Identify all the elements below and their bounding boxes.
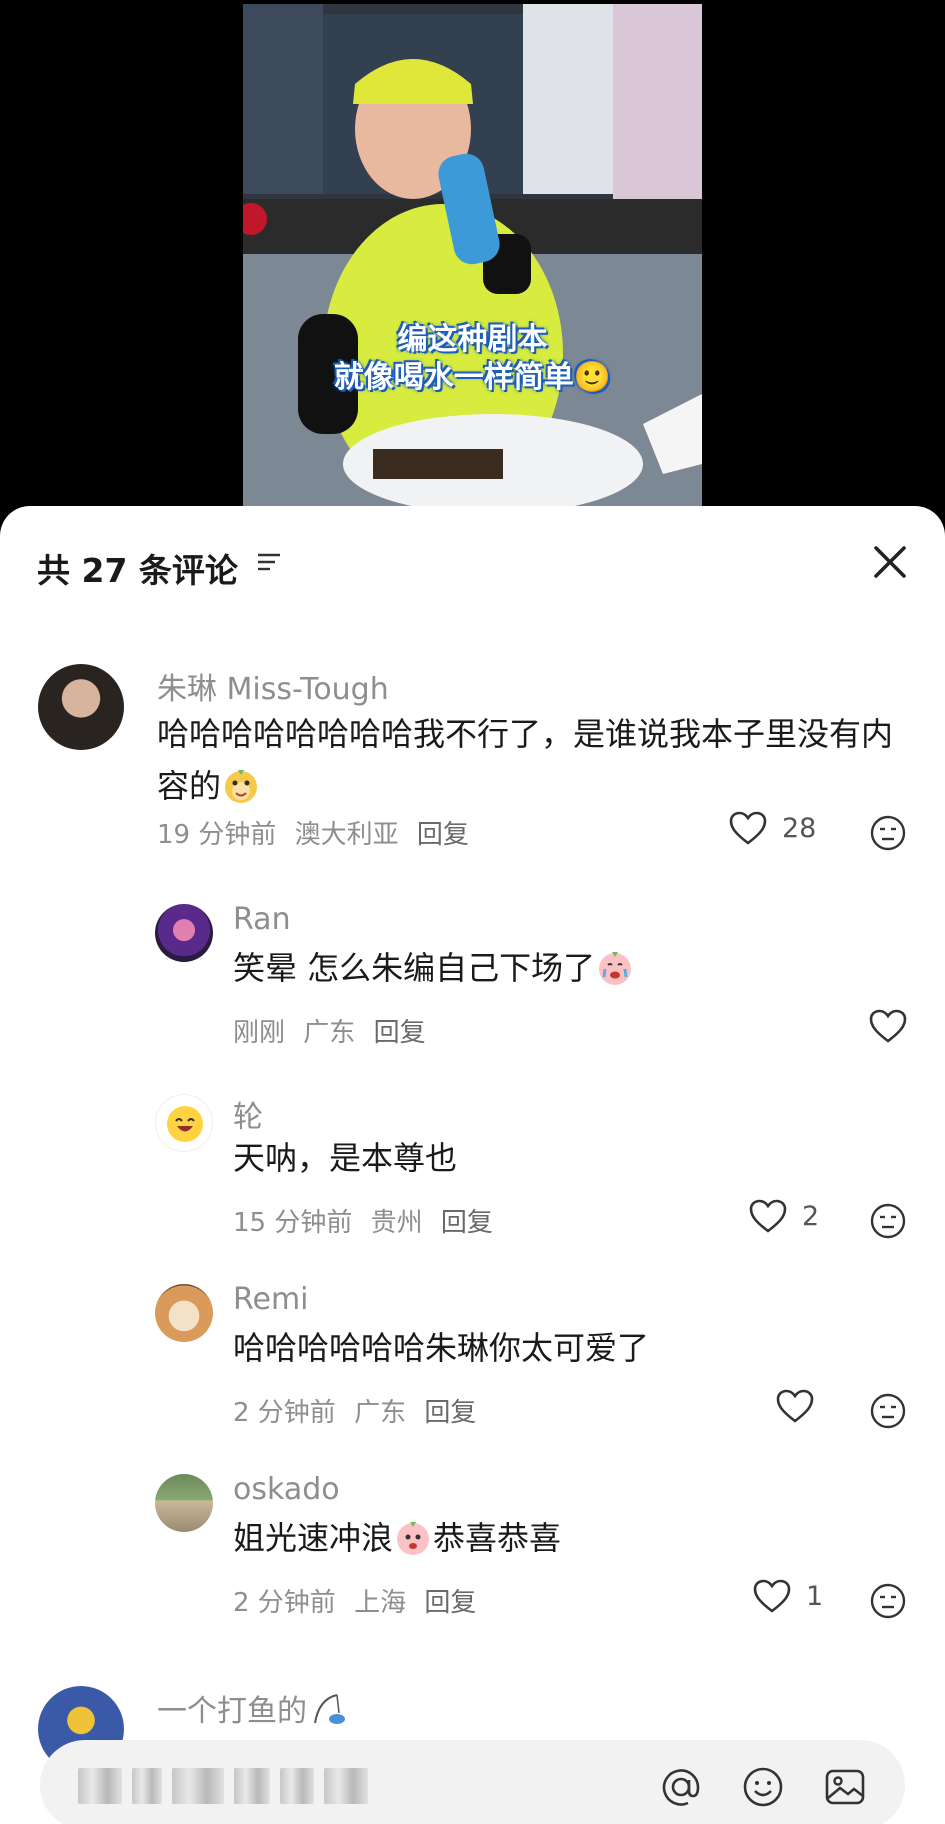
at-icon[interactable]: [658, 1764, 704, 1810]
avatar[interactable]: [155, 1284, 213, 1342]
filter-icon[interactable]: [255, 548, 283, 576]
comment-meta: 19 分钟前 澳大利亚 回复: [157, 814, 479, 851]
comment-text-part2: 恭喜恭喜: [433, 1519, 562, 1557]
video-area[interactable]: 编这种剧本 就像喝水一样简单🙂: [0, 0, 945, 520]
reply-button[interactable]: 回复: [424, 1398, 476, 1428]
emoji-react-icon[interactable]: [869, 814, 907, 852]
emoji-react-icon[interactable]: [869, 1202, 907, 1240]
comment-username[interactable]: oskado: [233, 1472, 340, 1507]
fishing-emoji-icon: [314, 1694, 345, 1724]
reply-item: oskado 姐光速冲浪 恭喜恭喜 2 分钟前 上海 回复 1: [0, 1466, 945, 1626]
placeholder-blur: [78, 1768, 122, 1804]
comment-meta: 刚刚 广东 回复: [233, 1012, 436, 1049]
avatar[interactable]: [155, 1474, 213, 1532]
heart-icon: [869, 1009, 907, 1043]
monkey-emoji-icon: [225, 770, 258, 803]
comment-location: 上海: [354, 1588, 407, 1618]
like-button[interactable]: 2: [748, 1198, 819, 1234]
avatar[interactable]: [38, 664, 124, 750]
like-count: 28: [782, 812, 817, 844]
like-count: 2: [802, 1200, 820, 1232]
comment-time: 19 分钟前: [157, 820, 277, 850]
like-count: 1: [806, 1580, 824, 1612]
like-button[interactable]: 28: [728, 810, 816, 846]
comment-text-part1: 姐光速冲浪: [233, 1519, 394, 1557]
placeholder-blur: [132, 1768, 162, 1804]
comment-text-body: 哈哈哈哈哈哈哈哈我不行了，是谁说我本子里没有内容的: [157, 715, 894, 805]
video-still: [243, 4, 702, 514]
smiley-icon[interactable]: [740, 1764, 786, 1810]
comment-time: 2 分钟前: [233, 1398, 336, 1428]
comment-location: 广东: [354, 1398, 407, 1428]
reply-item: Remi 哈哈哈哈哈哈朱琳你太可爱了 2 分钟前 广东 回复: [0, 1276, 945, 1436]
placeholder-blur: [280, 1768, 314, 1804]
heart-icon: [753, 1579, 791, 1613]
comment-username[interactable]: 朱琳 Miss-Tough: [157, 664, 389, 708]
comment-text: 哈哈哈哈哈哈哈哈我不行了，是谁说我本子里没有内容的: [157, 708, 897, 812]
comment-input-bar[interactable]: [40, 1740, 905, 1824]
comment-meta: 15 分钟前 贵州 回复: [233, 1202, 503, 1239]
close-icon[interactable]: [870, 542, 910, 582]
like-button[interactable]: [868, 1008, 908, 1044]
comment-username[interactable]: Remi: [233, 1282, 309, 1317]
peach-emoji-icon: [397, 1522, 430, 1555]
comment-location: 广东: [303, 1018, 356, 1048]
comment-location: 贵州: [370, 1208, 423, 1238]
comment-time: 2 分钟前: [233, 1588, 336, 1618]
comment-text: 天呐，是本尊也: [233, 1139, 458, 1177]
laughing-face-icon: [167, 1106, 203, 1142]
avatar[interactable]: [155, 1094, 213, 1152]
video-frame[interactable]: 编这种剧本 就像喝水一样简单🙂: [243, 4, 702, 514]
comment-time: 刚刚: [233, 1018, 286, 1048]
like-button[interactable]: [775, 1388, 815, 1424]
reply-button[interactable]: 回复: [424, 1588, 476, 1618]
comment-username[interactable]: 轮: [233, 1092, 263, 1136]
reply-item: 轮 天呐，是本尊也 15 分钟前 贵州 回复 2: [0, 1086, 945, 1246]
crying-peach-emoji-icon: [599, 952, 632, 985]
image-icon[interactable]: [822, 1764, 868, 1810]
comment-text: 笑晕 怎么朱编自己下场了: [233, 942, 893, 994]
heart-icon: [776, 1389, 814, 1423]
comment-text-body: 笑晕 怎么朱编自己下场了: [233, 949, 596, 987]
comment-text: 姐光速冲浪 恭喜恭喜: [233, 1512, 893, 1564]
video-caption-line2: 就像喝水一样简单🙂: [333, 360, 612, 395]
placeholder-blur: [234, 1768, 270, 1804]
reply-item: Ran 笑晕 怎么朱编自己下场了 刚刚 广东 回复: [0, 896, 945, 1056]
comment-meta: 2 分钟前 广东 回复: [233, 1392, 486, 1429]
avatar[interactable]: [155, 904, 213, 962]
emoji-react-icon[interactable]: [869, 1392, 907, 1430]
comment-meta: 2 分钟前 上海 回复: [233, 1582, 486, 1619]
comment-item: 朱琳 Miss-Tough 哈哈哈哈哈哈哈哈我不行了，是谁说我本子里没有内容的 …: [0, 656, 945, 856]
comment-sheet-header: 共 27 条评论: [0, 506, 945, 616]
comment-username[interactable]: 一个打鱼的: [157, 1686, 347, 1730]
comment-count-title: 共 27 条评论: [37, 551, 238, 590]
like-button[interactable]: 1: [752, 1578, 823, 1614]
reply-button[interactable]: 回复: [374, 1018, 426, 1048]
heart-icon: [729, 811, 767, 845]
reply-button[interactable]: 回复: [441, 1208, 493, 1238]
comment-location: 澳大利亚: [294, 820, 399, 850]
emoji-react-icon[interactable]: [869, 1582, 907, 1620]
comment-username-text: 一个打鱼的: [157, 1694, 307, 1729]
comment-username[interactable]: Ran: [233, 902, 291, 937]
reply-button[interactable]: 回复: [417, 820, 469, 850]
comment-time: 15 分钟前: [233, 1208, 353, 1238]
heart-icon: [749, 1199, 787, 1233]
comment-input-placeholder[interactable]: [78, 1768, 368, 1804]
placeholder-blur: [172, 1768, 224, 1804]
comment-sheet: 共 27 条评论 朱琳 Miss-Tough 哈哈哈哈哈哈哈哈我不行了，是谁说我…: [0, 506, 945, 1824]
comment-text: 哈哈哈哈哈哈朱琳你太可爱了: [233, 1329, 650, 1367]
placeholder-blur: [324, 1768, 368, 1804]
